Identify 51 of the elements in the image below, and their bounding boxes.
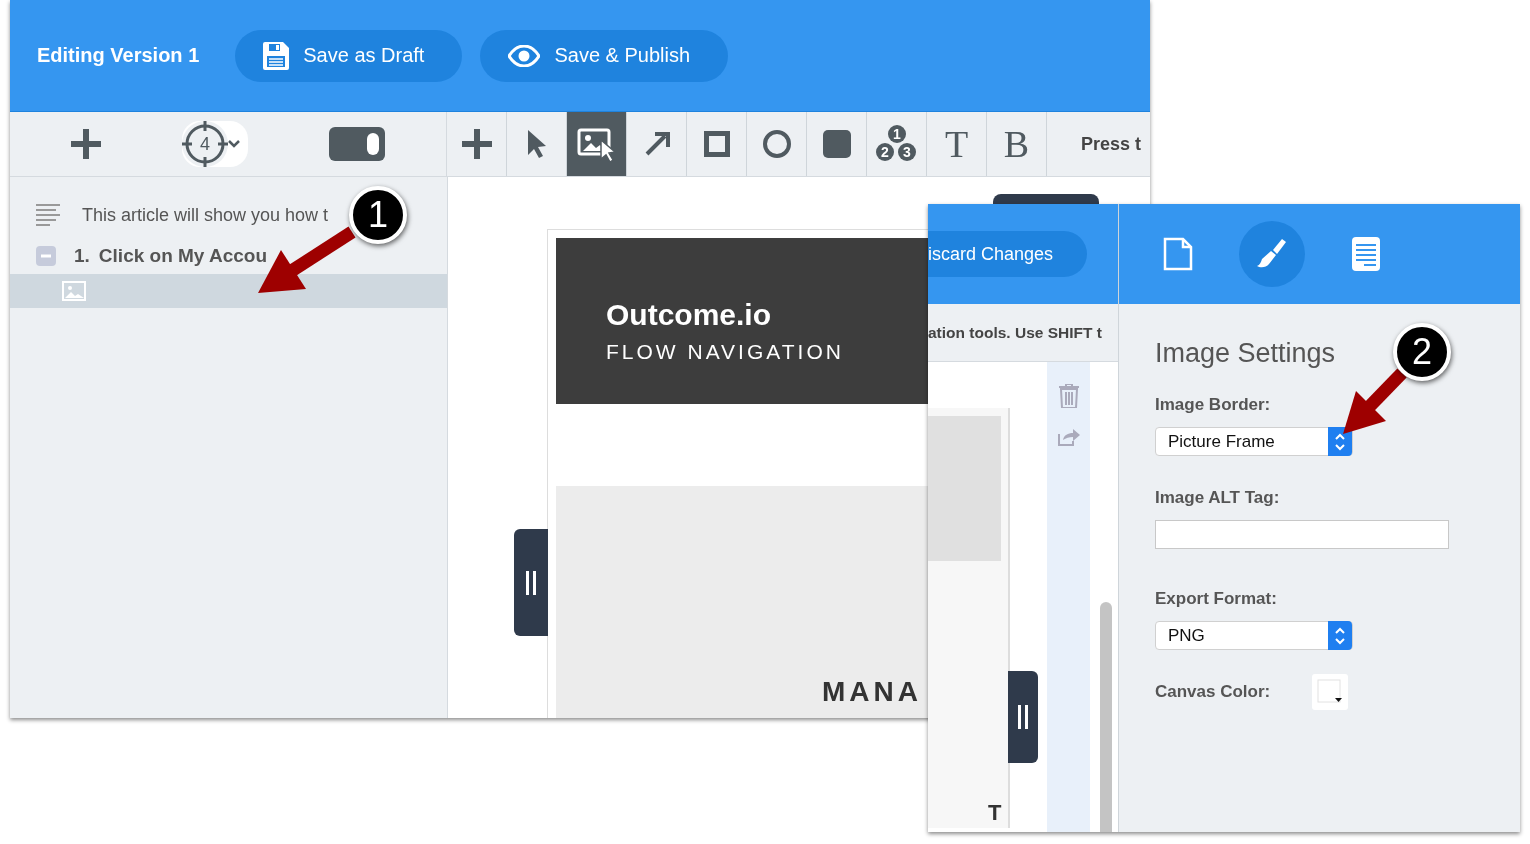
field-label: Image ALT Tag: bbox=[1155, 488, 1281, 508]
grip-icon bbox=[526, 570, 536, 595]
publish-button[interactable]: Save & Publish bbox=[480, 29, 729, 82]
save-draft-button[interactable]: Save as Draft bbox=[235, 29, 463, 82]
square-icon bbox=[703, 131, 730, 157]
color-swatch-icon bbox=[1317, 679, 1344, 705]
add-step-button[interactable] bbox=[70, 129, 101, 159]
plus-icon bbox=[461, 129, 492, 159]
panel-title: Image Settings bbox=[1155, 338, 1336, 369]
color-picker[interactable] bbox=[1312, 674, 1349, 710]
arrow-icon bbox=[643, 131, 670, 157]
brand-subtitle: FLOW NAVIGATION bbox=[606, 340, 845, 364]
canvas-tab[interactable] bbox=[993, 194, 1099, 205]
pointer-arrow bbox=[1343, 368, 1407, 434]
drag-handle[interactable] bbox=[1008, 671, 1038, 763]
input-field[interactable] bbox=[1155, 520, 1449, 549]
filled-square-icon bbox=[822, 130, 851, 158]
field-label: Canvas Color: bbox=[1155, 682, 1271, 702]
paragraph-icon bbox=[36, 203, 60, 227]
image-select-icon bbox=[576, 126, 617, 162]
image-icon bbox=[62, 281, 86, 301]
eye-icon bbox=[508, 44, 541, 67]
brand-name: Outcome.io bbox=[606, 298, 772, 332]
step-number: 1. bbox=[74, 245, 90, 267]
card-heading: MANA bbox=[822, 676, 922, 708]
step-title[interactable]: Click on My Accou bbox=[98, 245, 268, 267]
outline-item[interactable]: This article will show you how t bbox=[82, 204, 329, 226]
outline-item[interactable] bbox=[10, 274, 447, 308]
scrollbar[interactable] bbox=[1100, 602, 1112, 832]
marker-count: 4 bbox=[199, 133, 210, 155]
field-label: Export Format: bbox=[1155, 589, 1278, 609]
hint-text: Press t bbox=[1081, 133, 1142, 155]
field-label: Image Border: bbox=[1155, 395, 1272, 415]
select-field[interactable]: PNG bbox=[1155, 621, 1353, 650]
canvas-text: T bbox=[988, 800, 1002, 826]
window-title: Editing Version 1 bbox=[37, 44, 200, 67]
document-icon bbox=[1352, 237, 1380, 271]
page-icon bbox=[1163, 237, 1193, 271]
pointer-icon bbox=[525, 130, 548, 158]
crosshair-icon bbox=[182, 121, 228, 167]
tool-button[interactable] bbox=[567, 112, 627, 176]
plus-icon bbox=[70, 129, 101, 159]
drag-handle[interactable] bbox=[514, 529, 548, 636]
toggle-switch[interactable] bbox=[329, 127, 386, 161]
caret-icon bbox=[228, 140, 240, 148]
grip-icon bbox=[1018, 705, 1028, 729]
circle-icon bbox=[761, 129, 792, 159]
select-field[interactable]: Picture Frame bbox=[1155, 427, 1353, 456]
hint-text: ation tools. Use SHIFT t bbox=[928, 304, 1118, 362]
discard-button[interactable]: iscard Changes bbox=[928, 231, 1087, 277]
marker-dropdown[interactable]: 4 bbox=[182, 121, 248, 167]
